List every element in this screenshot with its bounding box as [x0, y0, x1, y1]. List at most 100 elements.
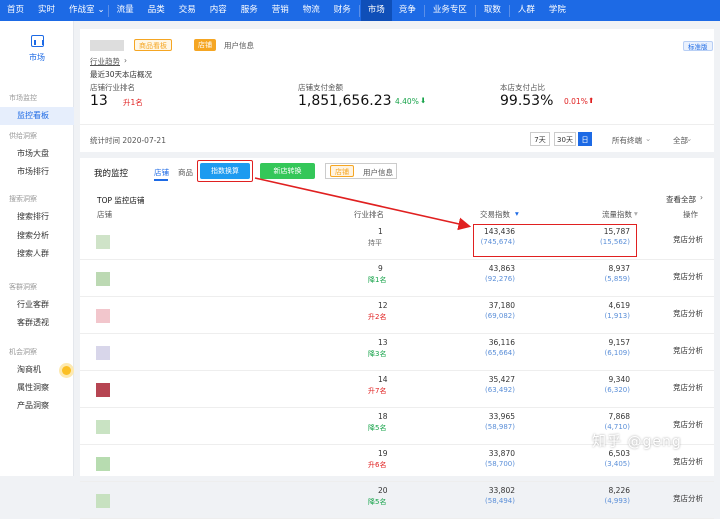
trade-index-raw: (58,987) — [485, 423, 515, 431]
flow-index-raw: (1,913) — [604, 312, 630, 320]
chevron-right-icon: › — [124, 56, 127, 65]
flow-index: 9,157 — [608, 338, 630, 347]
nav-item[interactable]: 学院 — [542, 0, 573, 21]
user-info-link[interactable]: 用户信息 — [224, 40, 254, 51]
trade-index: 43,863 — [488, 264, 515, 273]
sidebar-group-title: 机会洞察 — [9, 348, 37, 356]
col-action: 操作 — [683, 210, 698, 219]
rank-change: 升1名 — [123, 98, 143, 107]
trade-index: 37,180 — [488, 301, 515, 310]
nav-item[interactable]: 取数 — [477, 0, 508, 21]
nav-item[interactable]: 服务 — [234, 0, 265, 21]
flow-index-raw: (6,320) — [604, 386, 630, 394]
nav-item[interactable]: 财务 — [327, 0, 358, 21]
nav-item[interactable]: 品类 — [141, 0, 172, 21]
sidebar-item[interactable]: 市场排行 — [0, 163, 74, 181]
terminal-select[interactable]: 所有终端 — [612, 135, 642, 146]
competitor-analysis-link[interactable]: 竞店分析 — [673, 419, 703, 430]
trade-index-raw: (58,700) — [485, 460, 515, 468]
nav-item[interactable]: 竞争 — [392, 0, 423, 21]
rank-change: 升7名 — [368, 387, 387, 395]
tab-item[interactable]: 商品 — [178, 167, 193, 178]
rank-label: 店铺行业排名 — [90, 83, 135, 92]
range-30d-button[interactable]: 30天 — [554, 132, 576, 146]
competitor-analysis-link[interactable]: 竞店分析 — [673, 345, 703, 356]
rank-change: 持平 — [368, 239, 382, 247]
shop-thumbnail — [96, 309, 110, 323]
monitor-title: 我的监控 — [94, 169, 129, 179]
trade-index: 33,965 — [488, 412, 515, 421]
chevron-right-icon: › — [700, 193, 703, 202]
sort-desc-icon[interactable]: ▾ — [515, 209, 519, 218]
sort-icon[interactable]: ▾ — [634, 209, 638, 218]
overview-card: 商品看板 店铺 用户信息 标准版 行业趋势 › 最近30天本店概况 店铺行业排名… — [80, 29, 714, 124]
col-flow[interactable]: 流量指数 — [602, 209, 632, 220]
nav-item[interactable]: 业务专区 — [426, 0, 474, 21]
pay-value: 1,851,656.23 — [298, 93, 392, 109]
competitor-analysis-link[interactable]: 竞店分析 — [673, 271, 703, 282]
flow-index: 4,619 — [608, 301, 630, 310]
sidebar-item[interactable]: 行业客群 — [0, 296, 74, 314]
nav-item[interactable]: 流量 — [110, 0, 141, 21]
competitor-analysis-link[interactable]: 竞店分析 — [673, 382, 703, 393]
sidebar-item[interactable]: 市场大盘 — [0, 145, 74, 163]
shop-thumbnail — [96, 494, 110, 508]
flow-index-raw: (4,710) — [604, 423, 630, 431]
nav-item[interactable]: 物流 — [296, 0, 327, 21]
index-convert-button[interactable]: 指数换算 — [200, 163, 250, 179]
rank-change: 降3名 — [368, 350, 387, 358]
chevron-down-icon: ⌄ — [645, 134, 652, 143]
sidebar-brand[interactable]: 市场 — [0, 35, 74, 63]
competitor-analysis-link[interactable]: 竞店分析 — [673, 456, 703, 467]
sidebar-item[interactable]: 客群透视 — [0, 314, 74, 332]
range-7d-button[interactable]: 7天 — [530, 132, 550, 146]
nav-item[interactable]: 人群 — [511, 0, 542, 21]
nav-item[interactable]: 首页 — [0, 0, 31, 21]
trade-index-raw: (69,082) — [485, 312, 515, 320]
sidebar-item[interactable]: 搜索排行 — [0, 208, 74, 226]
sidebar-item[interactable]: 属性洞察 — [0, 379, 74, 397]
sidebar-brand-label: 市场 — [29, 53, 45, 62]
sidebar-item[interactable]: 监控看板 — [0, 107, 74, 125]
rank-value: 13 — [90, 93, 108, 109]
nav-item[interactable]: 内容 — [203, 0, 234, 21]
col-rank: 行业排名 — [354, 210, 384, 219]
view-all-link[interactable]: 查看全部 — [666, 194, 696, 205]
shop-thumbnail — [96, 383, 110, 397]
nav-item[interactable]: 营销 — [265, 0, 296, 21]
sidebar-item[interactable]: 搜索分析 — [0, 227, 74, 245]
trade-index-raw: (63,492) — [485, 386, 515, 394]
nav-item[interactable]: 交易 — [172, 0, 203, 21]
tab-shop[interactable]: 店铺 — [154, 167, 169, 178]
trade-index: 35,427 — [488, 375, 515, 384]
competitor-analysis-link[interactable]: 竞店分析 — [673, 308, 703, 319]
rank-value: 1 — [378, 227, 383, 236]
range-day-button[interactable]: 日 — [578, 132, 592, 146]
nav-item[interactable]: 实时 — [31, 0, 62, 21]
new-shop-convert-button[interactable]: 新店转换 — [260, 163, 315, 179]
trade-index-raw: (65,664) — [485, 349, 515, 357]
trade-index-raw: (92,276) — [485, 275, 515, 283]
trade-index: 143,436 — [483, 227, 515, 236]
monitor-card: 我的监控 店铺 商品 指数换算 新店转换 店铺 用户信息 TOP 监控店铺 查看… — [80, 158, 714, 519]
share-value: 99.53% — [500, 93, 554, 109]
trade-index-raw: (58,494) — [485, 497, 515, 505]
flow-index-raw: (3,405) — [604, 460, 630, 468]
item-board-badge[interactable]: 商品看板 — [134, 39, 172, 51]
flow-index: 9,340 — [608, 375, 630, 384]
monitor-shop-badge: 店铺 — [330, 165, 354, 177]
col-trade[interactable]: 交易指数 — [480, 209, 510, 220]
stat-time: 统计时间 2020-07-21 — [90, 136, 166, 145]
nav-item[interactable]: 市场 — [360, 0, 392, 21]
competitor-analysis-link[interactable]: 竞店分析 — [673, 234, 703, 245]
sidebar-item[interactable]: 搜索人群 — [0, 245, 74, 263]
competitor-analysis-link[interactable]: 竞店分析 — [673, 493, 703, 504]
flow-index: 8,937 — [608, 264, 630, 273]
monitor-user-info: 用户信息 — [363, 168, 393, 177]
nav-separator — [508, 4, 510, 17]
industry-trend-link[interactable]: 行业趋势 — [90, 56, 120, 67]
sidebar: 市场 市场监控 监控看板 供给洞察 市场大盘 市场排行 搜索洞察 搜索排行 搜索分析 搜索人群客… — [0, 21, 74, 476]
top-shops-title: TOP 监控店铺 — [97, 196, 145, 205]
sidebar-item[interactable]: 产品洞察 — [0, 397, 74, 415]
pay-change: 4.40% — [395, 97, 419, 106]
